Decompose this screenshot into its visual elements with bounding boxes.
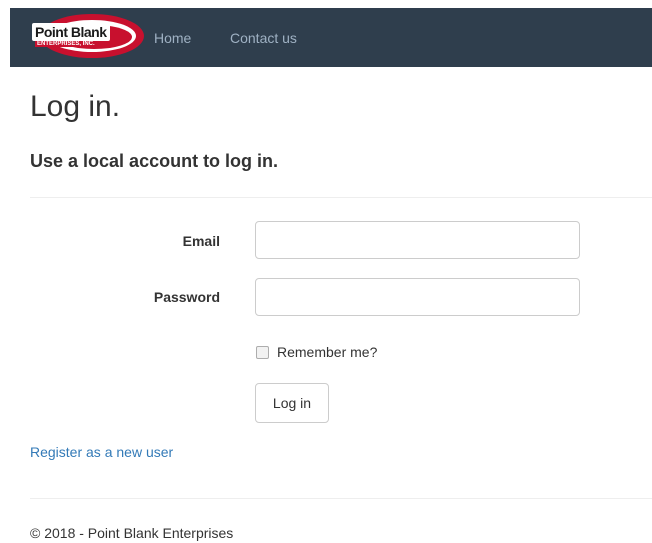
nav-home-link[interactable]: Home bbox=[154, 30, 191, 46]
footer-text: © 2018 - Point Blank Enterprises bbox=[30, 525, 234, 541]
remember-me-checkbox[interactable] bbox=[256, 345, 269, 359]
email-label: Email bbox=[182, 233, 220, 249]
divider bbox=[30, 197, 652, 198]
remember-me-row[interactable]: Remember me? bbox=[256, 344, 377, 360]
login-button[interactable]: Log in bbox=[255, 383, 329, 423]
logo-subtext: ENTERPRISES, INC. bbox=[35, 41, 97, 47]
email-field[interactable] bbox=[255, 221, 580, 259]
remember-me-label[interactable]: Remember me? bbox=[277, 344, 377, 360]
footer-divider bbox=[30, 498, 652, 499]
page-subtitle: Use a local account to log in. bbox=[30, 151, 279, 171]
password-label: Password bbox=[153, 289, 220, 305]
top-navbar: Point Blank ENTERPRISES, INC. Home Conta… bbox=[10, 8, 652, 67]
register-link[interactable]: Register as a new user bbox=[30, 444, 173, 460]
brand-logo[interactable]: Point Blank ENTERPRISES, INC. bbox=[30, 11, 146, 61]
password-field[interactable] bbox=[255, 278, 580, 316]
logo-text: Point Blank bbox=[32, 23, 110, 41]
nav-contact-link[interactable]: Contact us bbox=[230, 30, 297, 46]
page-title: Log in. bbox=[30, 90, 121, 123]
